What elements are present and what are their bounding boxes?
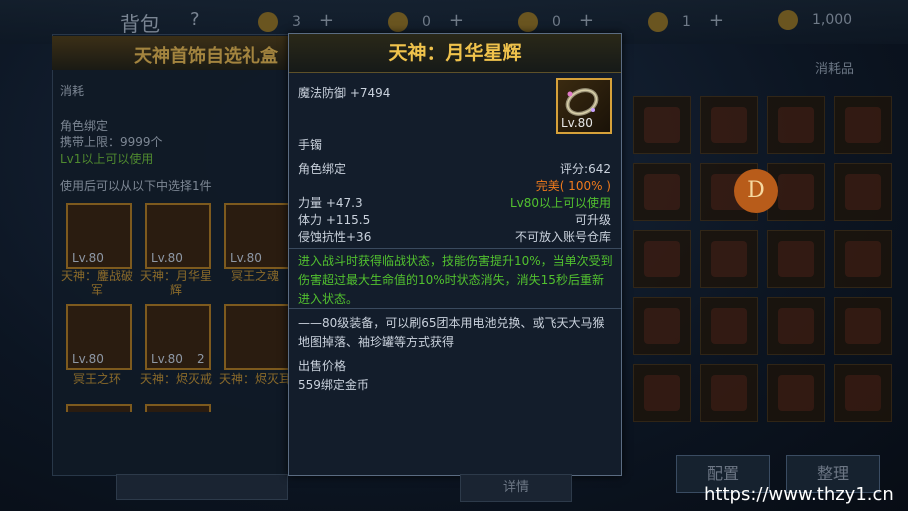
divider [289, 308, 621, 309]
sell-value: 559绑定金币 [298, 378, 369, 392]
reward-slot[interactable]: Lv.80 [66, 203, 132, 269]
item-thumbnail [644, 107, 680, 143]
consume-label: 消耗 [60, 84, 85, 98]
reward-slot[interactable] [66, 404, 132, 412]
sell-label: 出售价格 [298, 359, 347, 373]
reward-name: 天神：月华星辉 [139, 269, 212, 297]
item-thumbnail [644, 308, 680, 344]
selection-footer [116, 474, 288, 500]
divider [289, 248, 621, 249]
inventory-slot[interactable] [834, 364, 892, 422]
medal-icon [388, 12, 408, 32]
inventory-slot[interactable] [834, 163, 892, 221]
inventory-slot[interactable] [700, 96, 758, 154]
stat-line: 力量 +47.3 [298, 196, 363, 210]
bind-label: 角色绑定 [60, 119, 109, 133]
reward-name: 天神：烬灭耳 [218, 372, 291, 386]
bracelet-icon: Lv.80 [556, 78, 612, 134]
currency-gem: 1,000 [778, 10, 852, 30]
pick-hint: 使用后可以从以下中选择1件 [60, 179, 212, 193]
watermark: https://www.thzy1.cn [704, 484, 894, 505]
add-currency-button[interactable]: + [579, 10, 594, 31]
add-currency-button[interactable]: + [449, 10, 464, 31]
scroll-icon [648, 12, 668, 32]
d-badge[interactable]: D [734, 169, 778, 213]
main-stat: 魔法防御 +7494 [298, 86, 391, 100]
reward-name: 天神：鏖战破军 [60, 269, 133, 297]
tooltip-title: 天神：月华星辉 [388, 42, 522, 64]
effect-text: 进入战斗时获得临战状态，技能伤害提升10%，当单次受到伤害超过最大生命值的10%… [298, 254, 613, 306]
inventory-slot[interactable] [767, 230, 825, 288]
item-thumbnail [845, 107, 881, 143]
item-thumbnail [845, 174, 881, 210]
reward-name: 天神：烬灭戒 [139, 372, 212, 386]
token-icon [518, 12, 538, 32]
item-thumbnail [644, 241, 680, 277]
reward-name: 冥王之环 [72, 372, 121, 386]
currency-medal: 0 + [388, 10, 464, 32]
item-thumbnail [711, 241, 747, 277]
bag-title: 背包 [120, 12, 160, 36]
inventory-slot[interactable] [633, 364, 691, 422]
inventory-slot[interactable] [700, 230, 758, 288]
item-thumbnail [778, 308, 814, 344]
inventory-slot[interactable] [633, 230, 691, 288]
stat-line: 体力 +115.5 [298, 213, 371, 227]
inventory-slot[interactable] [633, 297, 691, 355]
selection-title: 天神首饰自选礼盒 [134, 46, 278, 67]
item-thumbnail [644, 375, 680, 411]
currency-gold: 3 + [258, 10, 334, 32]
icon-level: Lv.80 [561, 116, 593, 130]
tab-consumables[interactable]: 消耗品 [815, 58, 854, 82]
reward-slot[interactable]: Lv.80 [66, 304, 132, 370]
item-tooltip: 天神：月华星辉 魔法防御 +7494 Lv.80 手镯 角色绑定 评分:642 … [288, 33, 622, 476]
reward-slot[interactable] [224, 304, 290, 370]
level-requirement: Lv1以上可以使用 [60, 152, 154, 166]
inventory-slot[interactable] [633, 163, 691, 221]
details-button[interactable]: 详情 [460, 474, 572, 502]
stat-line: 侵蚀抗性+36 [298, 230, 372, 244]
add-currency-button[interactable]: + [319, 10, 334, 31]
reward-slot[interactable]: Lv.80 [224, 203, 290, 269]
item-thumbnail [711, 308, 747, 344]
item-thumbnail [711, 375, 747, 411]
inventory-slot[interactable] [834, 96, 892, 154]
item-thumbnail [778, 174, 814, 210]
inventory-slot[interactable] [834, 230, 892, 288]
item-thumbnail [845, 375, 881, 411]
gem-icon [778, 10, 798, 30]
currency-scroll: 1 + [648, 10, 724, 32]
reward-slot[interactable] [145, 404, 211, 412]
item-thumbnail [845, 308, 881, 344]
item-quality: 完美( 100% ) [535, 179, 611, 193]
inventory-slot[interactable] [633, 96, 691, 154]
item-thumbnail [711, 107, 747, 143]
inventory-slot[interactable] [700, 364, 758, 422]
item-score: 评分:642 [560, 162, 611, 176]
source-text: ——80级装备，可以刷65团本用电池兑换、或飞天大马猴地图掉落、袖珍罐等方式获得 [298, 316, 605, 349]
item-thumbnail [845, 241, 881, 277]
slot-type: 手镯 [298, 138, 323, 152]
bind-status: 角色绑定 [298, 162, 347, 176]
inventory-slot[interactable] [767, 297, 825, 355]
gold-coin-icon [258, 12, 278, 32]
stat-line-right: 可升级 [574, 213, 611, 227]
help-button[interactable]: ? [190, 9, 200, 30]
carry-limit: 携带上限：9999个 [60, 135, 163, 149]
reward-slot[interactable]: Lv.80 2 [145, 304, 211, 370]
inventory-slot[interactable] [767, 364, 825, 422]
stat-line-right: 不可放入账号仓库 [514, 230, 611, 244]
item-thumbnail [644, 174, 680, 210]
reward-name: 冥王之魂 [230, 269, 279, 283]
add-currency-button[interactable]: + [709, 10, 724, 31]
item-thumbnail [778, 375, 814, 411]
item-thumbnail [778, 241, 814, 277]
reward-slot[interactable]: Lv.80 [145, 203, 211, 269]
item-thumbnail [778, 107, 814, 143]
currency-token: 0 + [518, 10, 594, 32]
stat-line-right: Lv80以上可以使用 [509, 196, 611, 210]
inventory-slot[interactable] [834, 297, 892, 355]
inventory-slot[interactable] [767, 96, 825, 154]
inventory-slot[interactable] [700, 297, 758, 355]
